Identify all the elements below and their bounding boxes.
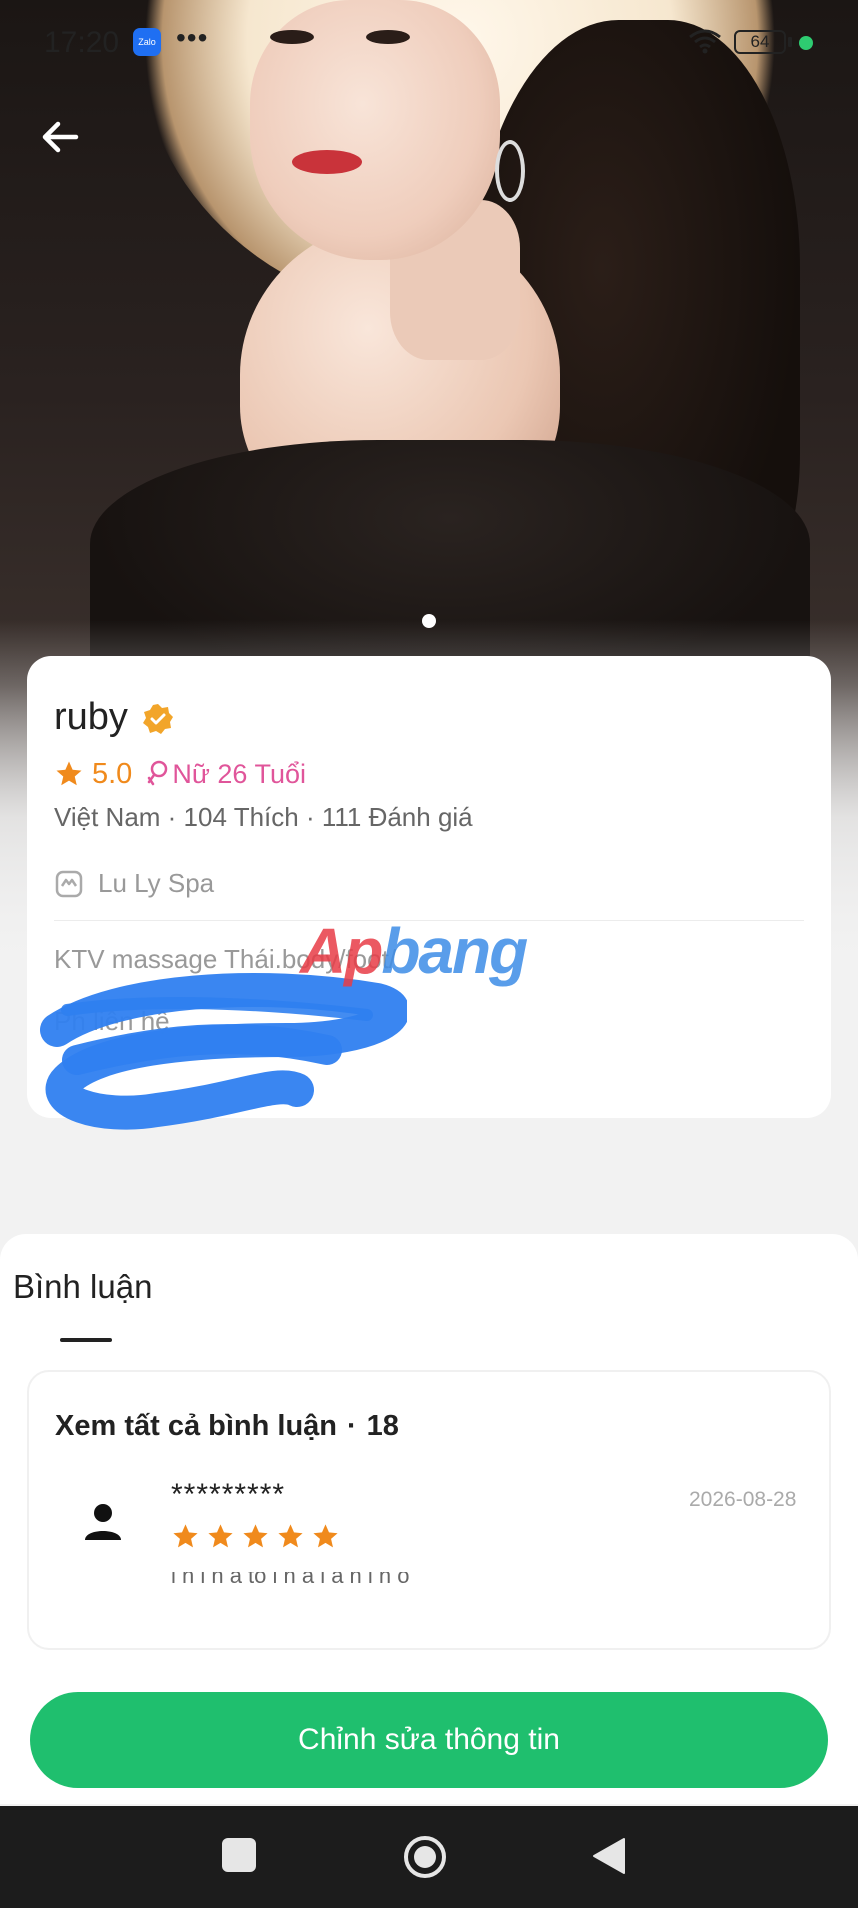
status-time: 17:20	[44, 26, 120, 59]
profile-name: ruby	[54, 696, 128, 738]
star-icon	[56, 761, 82, 786]
see-all-label: Xem tất cả bình luận	[55, 1410, 337, 1442]
photo-earring	[495, 140, 525, 202]
star-icon	[173, 1524, 198, 1548]
back-arrow-icon[interactable]	[36, 112, 86, 162]
comment-preview-card[interactable]: Xem tất cả bình luận · 18 ********* 2026-0…	[27, 1370, 831, 1650]
site-watermark: Apbang	[300, 914, 528, 988]
spa-shop-icon	[55, 870, 83, 897]
comment-count: 18	[366, 1410, 399, 1442]
star-icon	[313, 1524, 338, 1548]
reviewer-name: *********	[171, 1478, 286, 1511]
see-all-comments-link[interactable]: Xem tất cả bình luận · 18	[55, 1410, 399, 1443]
recent-apps-button[interactable]	[222, 1838, 256, 1872]
zalo-notification-icon: Zalo	[133, 28, 161, 56]
rating-value: 5.0	[92, 757, 133, 790]
profile-card: ruby 5.0 Nữ 26 Tuổi Việt Nam · 104 Thích…	[27, 656, 831, 1130]
star-icon	[243, 1524, 268, 1548]
star-icon	[278, 1524, 303, 1548]
star-icon	[208, 1524, 233, 1548]
privacy-indicator-dot	[799, 36, 813, 50]
battery-tip	[788, 37, 792, 47]
spa-link[interactable]: Lu Ly Spa	[54, 868, 214, 899]
photo-page-indicator	[422, 614, 436, 628]
system-nav-bar	[0, 1806, 858, 1908]
redaction-scribble	[40, 973, 407, 1130]
rating-row: 5.0 Nữ 26 Tuổi	[54, 756, 306, 792]
more-notifications-icon: •••	[176, 22, 209, 53]
watermark-part1: Ap	[300, 915, 383, 987]
wifi-icon	[689, 29, 721, 54]
spa-name: Lu Ly Spa	[98, 868, 215, 898]
review-rating	[171, 1522, 340, 1551]
status-bar: 17:20 Zalo ••• 64	[0, 0, 858, 84]
user-avatar-icon	[85, 1504, 121, 1540]
profile-screen: 17:20 Zalo ••• 64 ruby 5.0 Nữ 26 Tuổi Vi…	[0, 0, 858, 1908]
watermark-part2: bang	[381, 915, 528, 987]
review-snippet: l h l h ả tố l h ấ l á h l h ổ	[171, 1572, 811, 1584]
home-button[interactable]	[402, 1834, 448, 1880]
see-all-separator: ·	[347, 1410, 357, 1442]
profile-stats: Việt Nam · 104 Thích · 111 Đánh giá	[54, 802, 473, 832]
comments-title: Bình luận	[13, 1268, 153, 1305]
photo-lips	[292, 150, 362, 174]
system-back-button[interactable]	[590, 1836, 628, 1876]
battery-indicator: 64	[734, 30, 786, 54]
comments-tab-indicator	[60, 1338, 112, 1342]
edit-info-button[interactable]: Chỉnh sửa thông tin	[30, 1692, 828, 1788]
female-icon	[148, 760, 168, 786]
verified-badge-icon	[143, 704, 173, 734]
gender-age: Nữ 26 Tuổi	[172, 758, 306, 789]
review-date: 2026-08-28	[689, 1488, 797, 1511]
